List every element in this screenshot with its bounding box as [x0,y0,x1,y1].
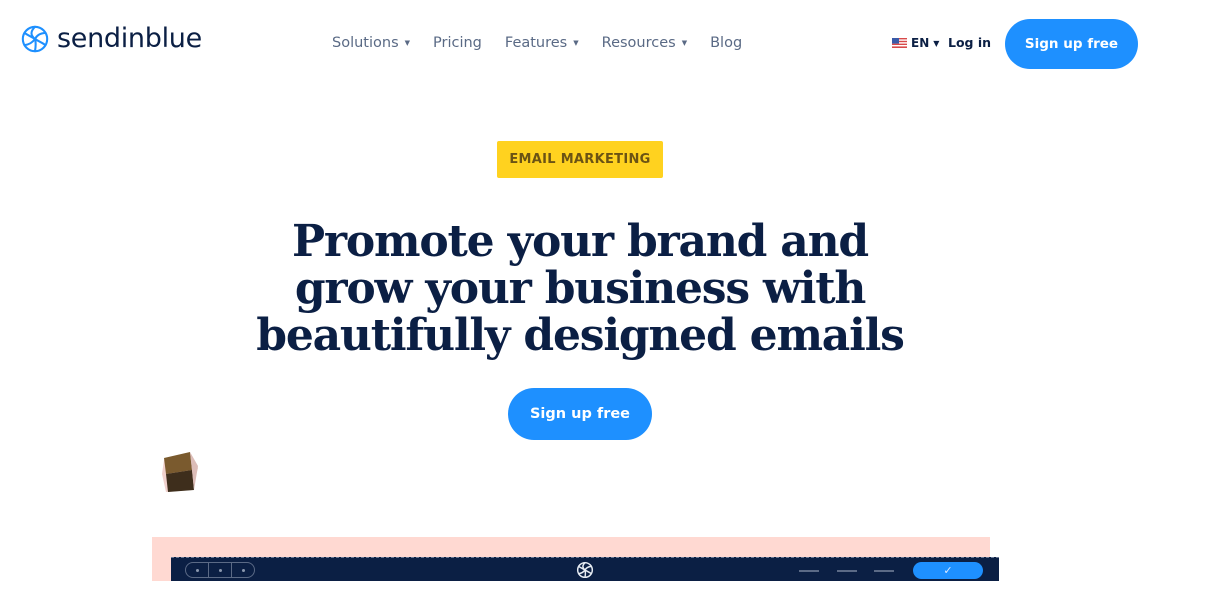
caret-down-icon: ▼ [933,38,940,48]
toolbar-dash-icon [874,570,894,572]
dot-icon [195,568,199,572]
toolbar-dash-icon [837,570,857,572]
window-controls [185,562,255,578]
us-flag-icon [892,38,907,48]
brand-name: sendinblue [57,23,202,54]
language-code: EN [911,36,930,50]
caret-down-icon: ▼ [681,39,688,47]
hero-headline: Promote your brand and grow your busines… [230,218,930,359]
dot-icon [241,568,245,572]
login-link[interactable]: Log in [948,35,991,50]
nav-item-pricing[interactable]: Pricing [433,33,482,53]
headline-line: grow your business with [294,263,866,314]
window-control-segment [186,563,209,577]
category-tag: EMAIL MARKETING [497,141,663,178]
language-selector[interactable]: EN ▼ [892,36,939,50]
dot-icon [218,568,222,572]
cube-illustration [162,452,198,492]
nav-item-blog[interactable]: Blog [710,33,742,53]
nav-item-label: Resources [601,35,676,51]
caret-down-icon: ▼ [573,39,579,47]
nav-item-resources[interactable]: Resources ▼ [602,33,687,53]
nav-item-label: Features [504,35,568,51]
caret-down-icon: ▼ [404,39,411,47]
headline-line: beautifully designed emails [256,310,905,361]
window-control-segment [209,563,232,577]
header-signup-button[interactable]: Sign up free [1005,19,1138,69]
main-nav: Solutions ▼ Pricing Features ▼ Resources… [332,33,765,53]
confirm-button[interactable]: ✓ [913,562,983,579]
checkmark-icon: ✓ [943,565,953,577]
sendinblue-swirl-icon [21,25,49,53]
nav-item-label: Solutions [332,35,399,51]
headline-line: Promote your brand and [292,216,869,267]
brand-logo[interactable]: sendinblue [20,24,202,54]
nav-item-label: Blog [710,35,743,51]
nav-item-solutions[interactable]: Solutions ▼ [332,33,410,53]
nav-item-features[interactable]: Features ▼ [505,33,579,53]
editor-preview-toolbar: ✓ [171,557,999,581]
hero-signup-button[interactable]: Sign up free [508,388,652,440]
toolbar-dash-icon [799,570,819,572]
nav-item-label: Pricing [433,35,482,51]
sendinblue-swirl-icon [576,561,594,579]
window-control-segment [232,563,254,577]
